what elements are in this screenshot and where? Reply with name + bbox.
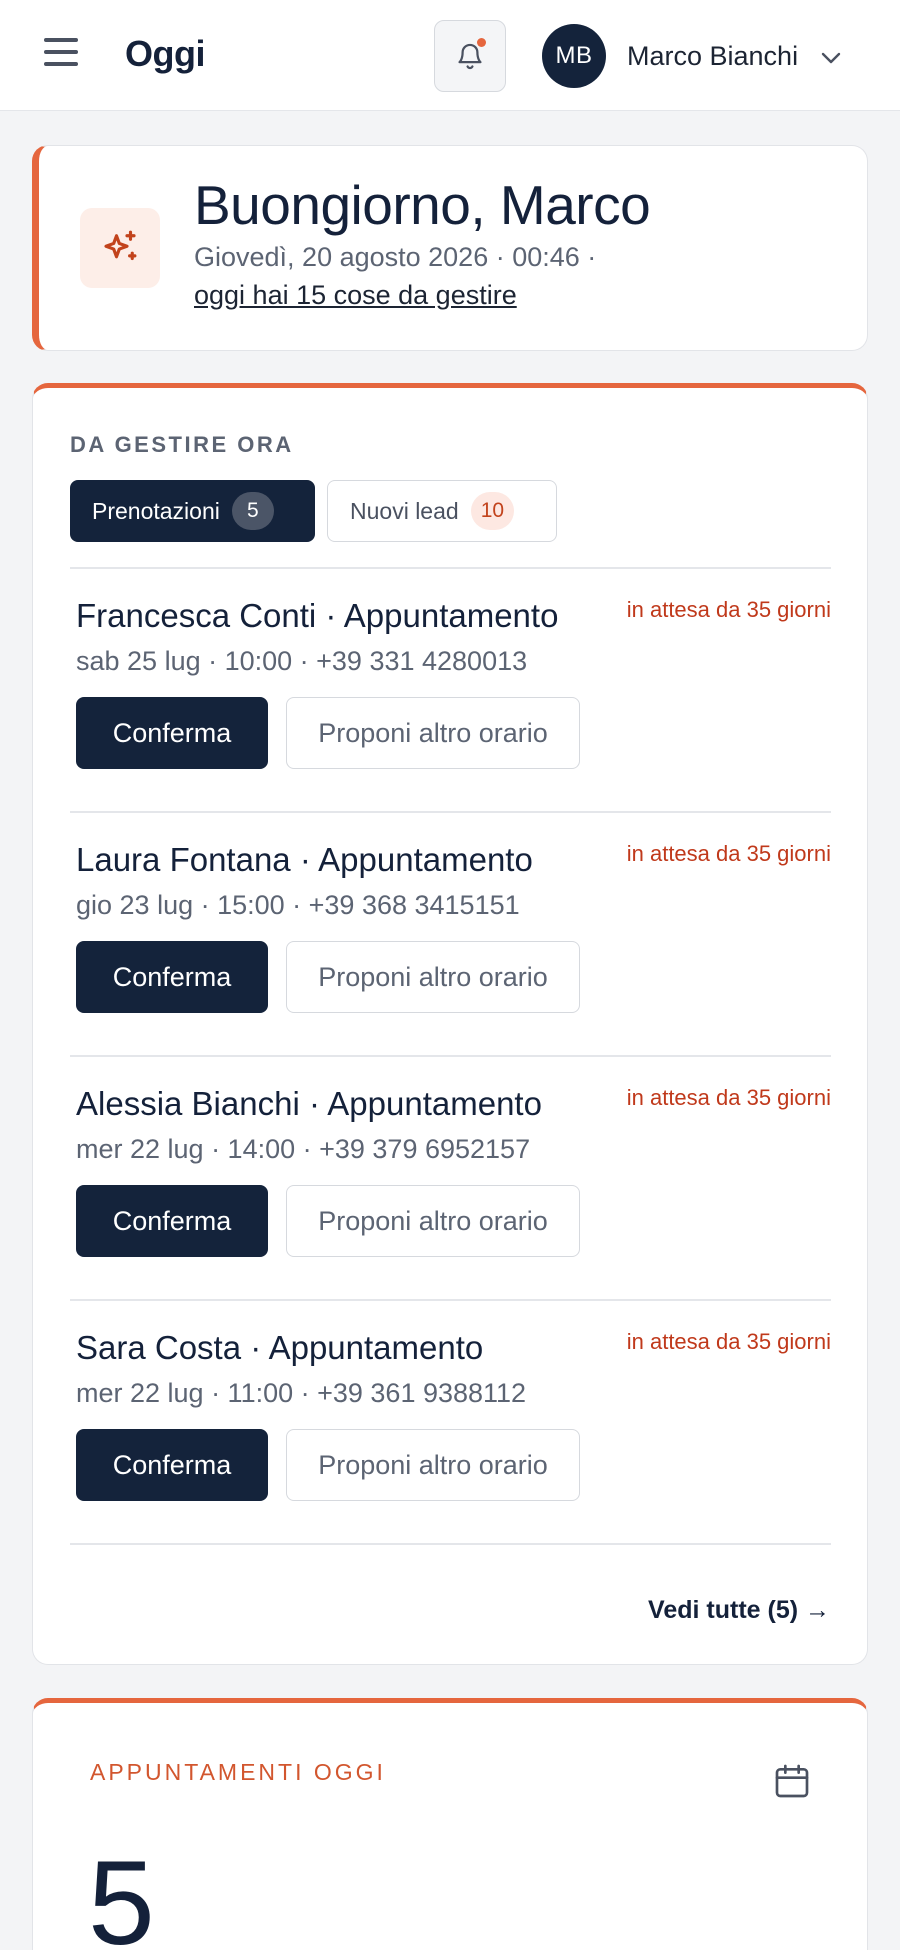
- appointments-label: APPUNTAMENTI OGGI: [90, 1759, 386, 1785]
- waiting-status: in attesa da 35 giorni: [626, 1085, 831, 1110]
- appointments-today-card: APPUNTAMENTI OGGI 5: [32, 1698, 868, 1950]
- page-title: Oggi: [125, 33, 205, 74]
- propose-time-button[interactable]: Proponi altro orario: [286, 941, 580, 1013]
- booking-meta: mer 22 lug · 14:00 · +39 379 6952157: [76, 1134, 531, 1164]
- section-label: DA GESTIRE ORA: [70, 432, 294, 457]
- chevron-down-icon: [821, 52, 841, 64]
- propose-time-button[interactable]: Proponi altro orario: [286, 697, 580, 769]
- greeting-title: Buongiorno, Marco: [194, 174, 651, 236]
- booking-title: Francesca Conti · Appuntamento: [76, 597, 559, 634]
- tab-label: Prenotazioni: [92, 497, 220, 524]
- booking-item: Laura Fontana · Appuntamento gio 23 lug …: [70, 813, 831, 1057]
- booking-meta: gio 23 lug · 15:00 · +39 368 3415151: [76, 890, 520, 920]
- notification-dot: [477, 38, 486, 47]
- divider: [70, 1543, 831, 1545]
- confirm-button[interactable]: Conferma: [76, 1429, 268, 1501]
- count-badge: 10: [470, 492, 515, 530]
- booking-meta: mer 22 lug · 11:00 · +39 361 9388112: [76, 1378, 527, 1408]
- notifications-button[interactable]: [434, 20, 506, 92]
- tab-prenotazioni[interactable]: Prenotazioni 5: [70, 480, 315, 542]
- booking-title: Alessia Bianchi · Appuntamento: [76, 1085, 542, 1122]
- see-all-link[interactable]: Vedi tutte (5) →: [648, 1596, 830, 1625]
- waiting-status: in attesa da 35 giorni: [626, 1329, 831, 1354]
- greeting-date: Giovedì, 20 agosto 2026 · 00:46 ·: [194, 242, 597, 272]
- top-bar: Oggi MB Marco Bianchi: [0, 0, 900, 111]
- todo-card: DA GESTIRE ORA Prenotazioni 5 Nuovi lead…: [32, 383, 868, 1665]
- booking-title: Sara Costa · Appuntamento: [76, 1329, 484, 1366]
- tasks-link[interactable]: oggi hai 15 cose da gestire: [194, 280, 517, 311]
- avatar: MB: [542, 24, 606, 88]
- booking-item: Sara Costa · Appuntamento mer 22 lug · 1…: [70, 1301, 831, 1545]
- propose-time-button[interactable]: Proponi altro orario: [286, 1429, 580, 1501]
- tabs: Prenotazioni 5 Nuovi lead 10: [70, 480, 569, 542]
- booking-title: Laura Fontana · Appuntamento: [76, 841, 533, 878]
- tab-label: Nuovi lead: [350, 497, 459, 524]
- sparkle-icon-box: [80, 208, 160, 288]
- booking-meta: sab 25 lug · 10:00 · +39 331 4280013: [76, 646, 528, 676]
- user-menu[interactable]: MB Marco Bianchi: [542, 24, 842, 88]
- confirm-button[interactable]: Conferma: [76, 1185, 268, 1257]
- booking-item: Alessia Bianchi · Appuntamento mer 22 lu…: [70, 1057, 831, 1301]
- waiting-status: in attesa da 35 giorni: [626, 597, 831, 622]
- tab-nuovi-lead[interactable]: Nuovi lead 10: [327, 480, 557, 542]
- greeting-card: Buongiorno, Marco Giovedì, 20 agosto 202…: [32, 145, 868, 351]
- confirm-button[interactable]: Conferma: [76, 941, 268, 1013]
- confirm-button[interactable]: Conferma: [76, 697, 268, 769]
- count-badge: 5: [231, 492, 274, 530]
- calendar-icon: [775, 1764, 809, 1798]
- booking-item: Francesca Conti · Appuntamento sab 25 lu…: [70, 569, 831, 813]
- appointments-count: 5: [88, 1836, 155, 1950]
- propose-time-button[interactable]: Proponi altro orario: [286, 1185, 580, 1257]
- waiting-status: in attesa da 35 giorni: [626, 841, 831, 866]
- user-name: Marco Bianchi: [627, 40, 799, 71]
- sparkle-icon: [104, 230, 137, 261]
- menu-icon[interactable]: [44, 38, 84, 72]
